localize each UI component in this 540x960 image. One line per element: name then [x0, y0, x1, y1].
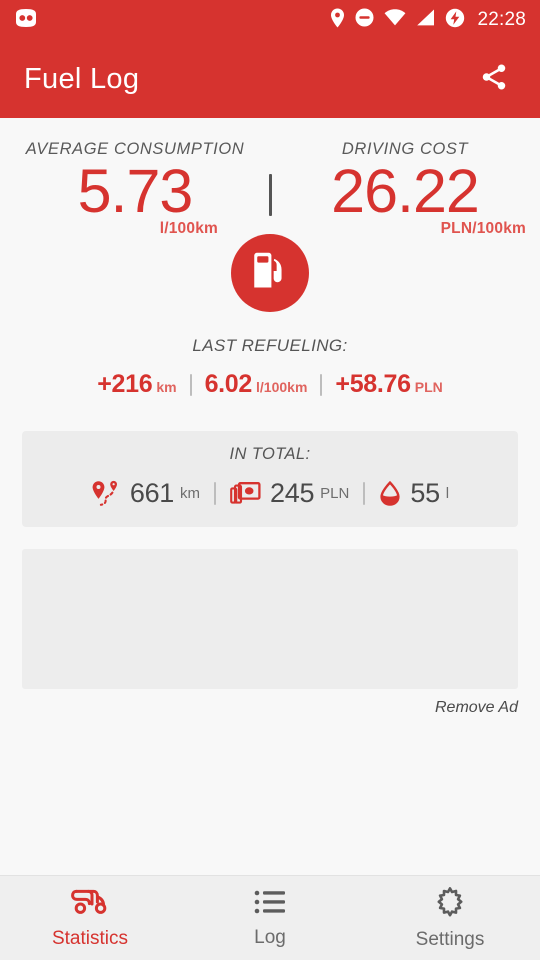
fuel-pump-circle [231, 234, 309, 313]
last-refueling-distance-unit: km [156, 379, 177, 396]
last-refueling-cost: +58.76 PLN [335, 370, 442, 399]
page-title: Fuel Log [24, 62, 140, 95]
in-total-cost: 245 PLN [230, 478, 349, 509]
divider [214, 482, 217, 506]
driving-cost-stat: DRIVING COST 26.22 PLN/100km [270, 140, 540, 238]
status-bar: 22:28 [0, 0, 540, 40]
banknotes-icon [230, 481, 261, 506]
nav-item-settings[interactable]: Settings [360, 885, 540, 951]
last-refueling-cost-unit: PLN [414, 379, 443, 396]
do-not-disturb-icon [355, 8, 374, 32]
summary-divider [269, 174, 272, 216]
in-total-values: 661 km 245 PLN 55 l [22, 478, 518, 509]
last-refueling-section: LAST REFUELING: +216 km 6.02 l/100km +58… [0, 336, 540, 399]
app-bar-actions [472, 57, 516, 101]
last-refueling-consumption-unit: l/100km [256, 379, 308, 396]
in-total-cost-unit: PLN [320, 485, 350, 503]
share-icon [479, 62, 509, 97]
in-total-title: IN TOTAL: [229, 445, 311, 464]
driving-cost-value: 26.22 [331, 157, 480, 225]
cyanogenmod-head-icon [14, 8, 38, 33]
in-total-distance: 661 km [91, 478, 200, 509]
in-total-fuel: 55 l [379, 478, 449, 509]
last-refueling-distance-value: +216 [97, 370, 153, 399]
summary-section: AVERAGE CONSUMPTION 5.73 l/100km DRIVING… [0, 118, 540, 238]
divider [320, 373, 323, 396]
nav-item-statistics[interactable]: Statistics [0, 886, 180, 950]
average-consumption-unit: l/100km [159, 220, 218, 238]
fuel-drop-icon [379, 480, 401, 507]
bottom-navigation: Statistics Log Settings [0, 875, 540, 960]
in-total-distance-unit: km [180, 485, 201, 503]
last-refueling-cost-value: +58.76 [335, 370, 411, 399]
driving-cost-unit: PLN/100km [440, 220, 526, 238]
app-bar: Fuel Log [0, 40, 540, 118]
average-consumption-stat: AVERAGE CONSUMPTION 5.73 l/100km [0, 140, 270, 238]
in-total-card: IN TOTAL: 661 km 245 PLN 55 l [22, 431, 518, 528]
fuel-log-app: 22:28 Fuel Log AVERAGE CONSUMPTION 5.73 … [0, 0, 540, 960]
in-total-cost-value: 245 [270, 478, 315, 509]
gear-icon [435, 887, 465, 922]
average-consumption-value: 5.73 [77, 157, 194, 225]
location-pin-icon [330, 8, 345, 33]
nav-label-statistics: Statistics [51, 928, 129, 949]
cellular-signal-icon [416, 9, 435, 31]
nav-item-log[interactable]: Log [180, 887, 360, 949]
last-refueling-distance: +216 km [97, 370, 176, 399]
status-bar-notifications [14, 8, 38, 33]
last-refueling-consumption: 6.02 l/100km [205, 370, 308, 399]
wifi-icon [384, 9, 406, 31]
status-bar-clock: 22:28 [477, 9, 526, 30]
divider [189, 373, 192, 396]
battery-charging-icon [445, 8, 465, 33]
last-refueling-title: LAST REFUELING: [192, 336, 348, 356]
divider [363, 482, 366, 506]
last-refueling-values: +216 km 6.02 l/100km +58.76 PLN [0, 370, 540, 399]
remove-ad-link[interactable]: Remove Ad [0, 699, 518, 717]
scooter-icon [71, 888, 109, 921]
list-icon [254, 889, 286, 920]
nav-label-log: Log [254, 927, 286, 948]
in-total-fuel-unit: l [445, 485, 450, 503]
last-refueling-consumption-value: 6.02 [204, 370, 253, 399]
fuel-pump-badge[interactable] [0, 234, 540, 313]
share-button[interactable] [472, 57, 516, 101]
route-pins-icon [91, 480, 121, 507]
status-bar-system-icons: 22:28 [330, 8, 526, 33]
statistics-content: AVERAGE CONSUMPTION 5.73 l/100km DRIVING… [0, 118, 540, 875]
fuel-pump-icon [249, 250, 291, 297]
in-total-fuel-value: 55 [410, 478, 440, 509]
ad-banner[interactable] [22, 549, 518, 690]
in-total-distance-value: 661 [129, 478, 175, 509]
nav-label-settings: Settings [415, 929, 485, 950]
